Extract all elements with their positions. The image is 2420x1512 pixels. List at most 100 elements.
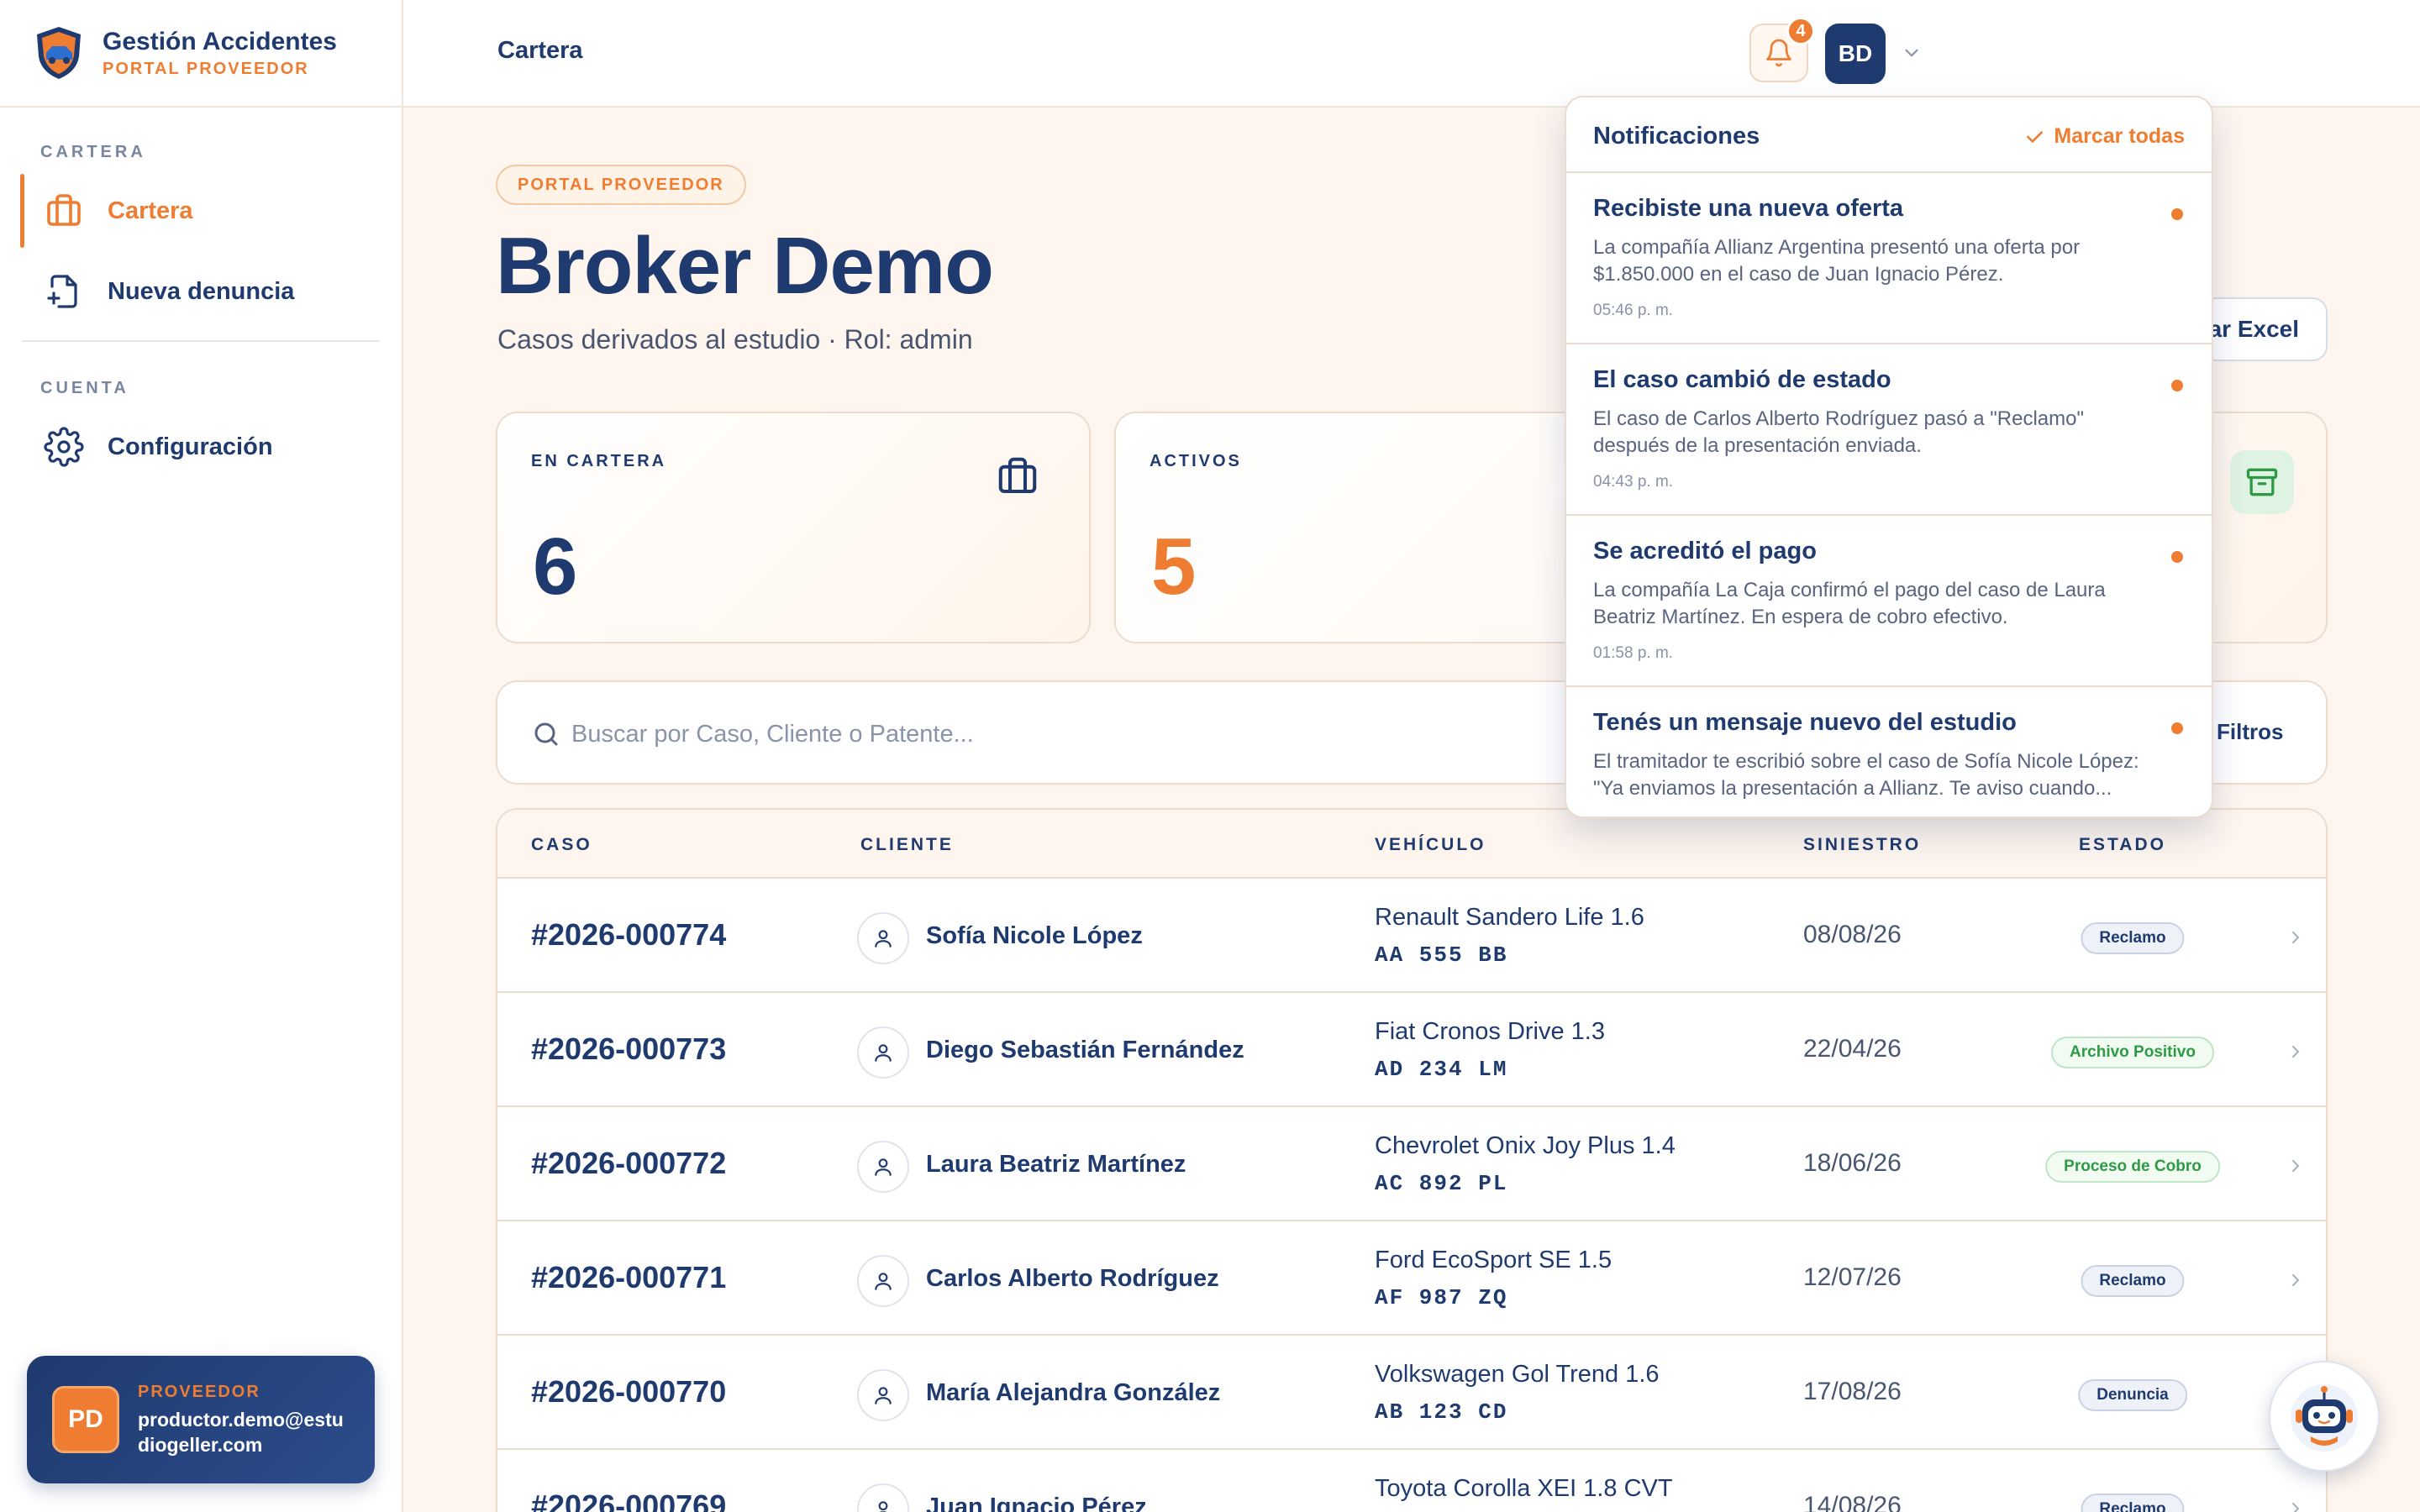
client-name: Sofía Nicole López [926,922,1143,949]
filters-button[interactable]: Filtros [2217,719,2283,745]
status-badge: Reclamo [2081,1265,2185,1297]
stat-value: 5 [1151,522,1197,612]
chevron-right-icon[interactable] [2286,1156,2306,1176]
status-badge: Archivo Positivo [2051,1037,2214,1068]
case-number[interactable]: #2026-000771 [531,1260,726,1295]
client-avatar [857,1369,909,1421]
case-number[interactable]: #2026-000772 [531,1146,726,1181]
client-avatar [857,1255,909,1307]
notification-time: 01:58 p. m. [1593,644,1674,662]
chevron-right-icon[interactable] [2286,1499,2306,1512]
client-avatar [857,912,909,964]
vehicle-model: Chevrolet Onix Joy Plus 1.4 [1375,1132,1676,1159]
brand-title: Gestión Accidentes [103,27,337,55]
chevron-right-icon[interactable] [2286,1042,2306,1062]
chatbot-button[interactable] [2269,1361,2380,1472]
table-row[interactable]: #2026-000769 Juan Ignacio Pérez Toyota Cor… [497,1450,2326,1512]
case-number[interactable]: #2026-000774 [531,917,726,953]
stat-card-en-cartera: EN CARTERA 6 [496,412,1091,643]
notification-time: 05:46 p. m. [1593,302,1674,319]
table-row[interactable]: #2026-000770 María Alejandra González Volk… [497,1336,2326,1450]
notification-count-badge: 4 [1786,17,1815,45]
notifications-dropdown: Notificaciones Marcar todas Recibiste un… [1565,96,2213,818]
mark-all-read-button[interactable]: Marcar todas [2023,124,2185,149]
sidebar-item-cartera[interactable]: Cartera [0,174,402,248]
notifications-title: Notificaciones [1593,123,1760,150]
unread-dot [2171,208,2183,220]
vehicle-model: Renault Sandero Life 1.6 [1375,904,1644,931]
notifications-button[interactable]: 4 [1749,17,1815,82]
user-avatar: PD [52,1386,119,1453]
status-badge: Proceso de Cobro [2045,1151,2220,1183]
vehicle-plate: AA 555 BB [1375,942,1508,968]
shield-logo-icon [37,27,81,79]
user-icon [878,1501,888,1512]
status-badge: Reclamo [2081,1494,2185,1512]
claim-date: 08/08/26 [1803,921,1902,948]
table-row[interactable]: #2026-000771 Carlos Alberto Rodríguez Ford… [497,1221,2326,1336]
case-number[interactable]: #2026-000769 [531,1488,726,1512]
claim-date: 17/08/26 [1803,1378,1902,1405]
robot-icon [2291,1384,2358,1452]
user-card[interactable]: PD PROVEEDOR productor.demo@estudiogelle… [27,1356,375,1483]
cases-table: CASO CLIENTE VEHÍCULO SINIESTRO ESTADO #… [496,808,2328,1512]
client-name: Laura Beatriz Martínez [926,1151,1186,1178]
notification-item[interactable]: El caso cambió de estado El caso de Carl… [1566,344,2212,516]
client-name: María Alejandra González [926,1379,1221,1406]
sidebar-item-configuracion[interactable]: Configuración [0,410,402,484]
table-row[interactable]: #2026-000772 Laura Beatriz Martínez Chevro… [497,1107,2326,1221]
client-name: Diego Sebastián Fernández [926,1037,1244,1063]
file-plus-icon [47,275,77,308]
stat-label: EN CARTERA [531,452,667,470]
mark-all-label: Marcar todas [2054,124,2185,148]
page-subtitle: Casos derivados al estudio · Rol: admin [497,324,973,354]
search-input[interactable] [571,711,1328,758]
unread-dot [2171,722,2183,734]
avatar-button[interactable]: BD [1825,24,1886,84]
table-row[interactable]: #2026-000773 Diego Sebastián Fernández Fia… [497,993,2326,1107]
sidebar-section-cartera: CARTERA [40,143,146,161]
notification-item[interactable]: Recibiste una nueva oferta La compañía A… [1566,173,2212,344]
unread-dot [2171,551,2183,563]
sidebar-item-label: Nueva denuncia [108,277,295,305]
claim-date: 12/07/26 [1803,1263,1902,1291]
client-name: Carlos Alberto Rodríguez [926,1265,1219,1292]
chevron-right-icon[interactable] [2286,1270,2306,1290]
vehicle-model: Volkswagen Gol Trend 1.6 [1375,1361,1660,1388]
case-number[interactable]: #2026-000773 [531,1032,726,1067]
case-number[interactable]: #2026-000770 [531,1374,726,1410]
table-header: CASO CLIENTE VEHÍCULO SINIESTRO ESTADO [497,810,2326,879]
breadcrumb: Cartera [497,37,583,64]
table-row[interactable]: #2026-000774 Sofía Nicole López Renault Sa… [497,879,2326,993]
search-icon [534,722,558,746]
gear-icon [44,427,84,467]
sidebar-section-cuenta: CUENTA [40,379,129,397]
vehicle-plate: AD 234 LM [1375,1057,1508,1082]
status-badge: Reclamo [2081,922,2185,954]
brand[interactable]: Gestión Accidentes PORTAL PROVEEDOR [0,0,402,108]
notification-body: La compañía La Caja confirmó el pago del… [1593,579,2106,628]
header-caso: CASO [531,835,592,854]
client-avatar [857,1483,909,1512]
page-title: Broker Demo [496,221,994,311]
notification-title: Recibiste una nueva oferta [1593,195,1904,222]
user-icon [875,930,892,948]
user-icon [875,1158,892,1176]
portal-pill: PORTAL PROVEEDOR [496,165,746,205]
vehicle-model: Ford EcoSport SE 1.5 [1375,1247,1612,1273]
sidebar-item-label: Cartera [108,197,193,224]
notification-item[interactable]: Se acreditó el pago La compañía La Caja … [1566,516,2212,687]
header-vehiculo: VEHÍCULO [1375,835,1486,854]
notification-item[interactable]: Tenés un mensaje nuevo del estudio El tr… [1566,687,2212,816]
sidebar: Gestión Accidentes PORTAL PROVEEDOR CART… [0,0,403,1512]
chevron-right-icon[interactable] [2286,927,2306,948]
vehicle-model: Fiat Cronos Drive 1.3 [1375,1018,1605,1045]
stat-value: 6 [533,522,578,612]
bell-icon [1766,39,1791,67]
chevron-down-icon[interactable] [1901,42,1923,64]
header-cliente: CLIENTE [860,835,954,854]
sidebar-item-nueva-denuncia[interactable]: Nueva denuncia [0,255,402,328]
notification-time: 04:43 p. m. [1593,473,1674,491]
notification-title: Se acreditó el pago [1593,538,1817,564]
claim-date: 14/08/26 [1803,1492,1902,1512]
